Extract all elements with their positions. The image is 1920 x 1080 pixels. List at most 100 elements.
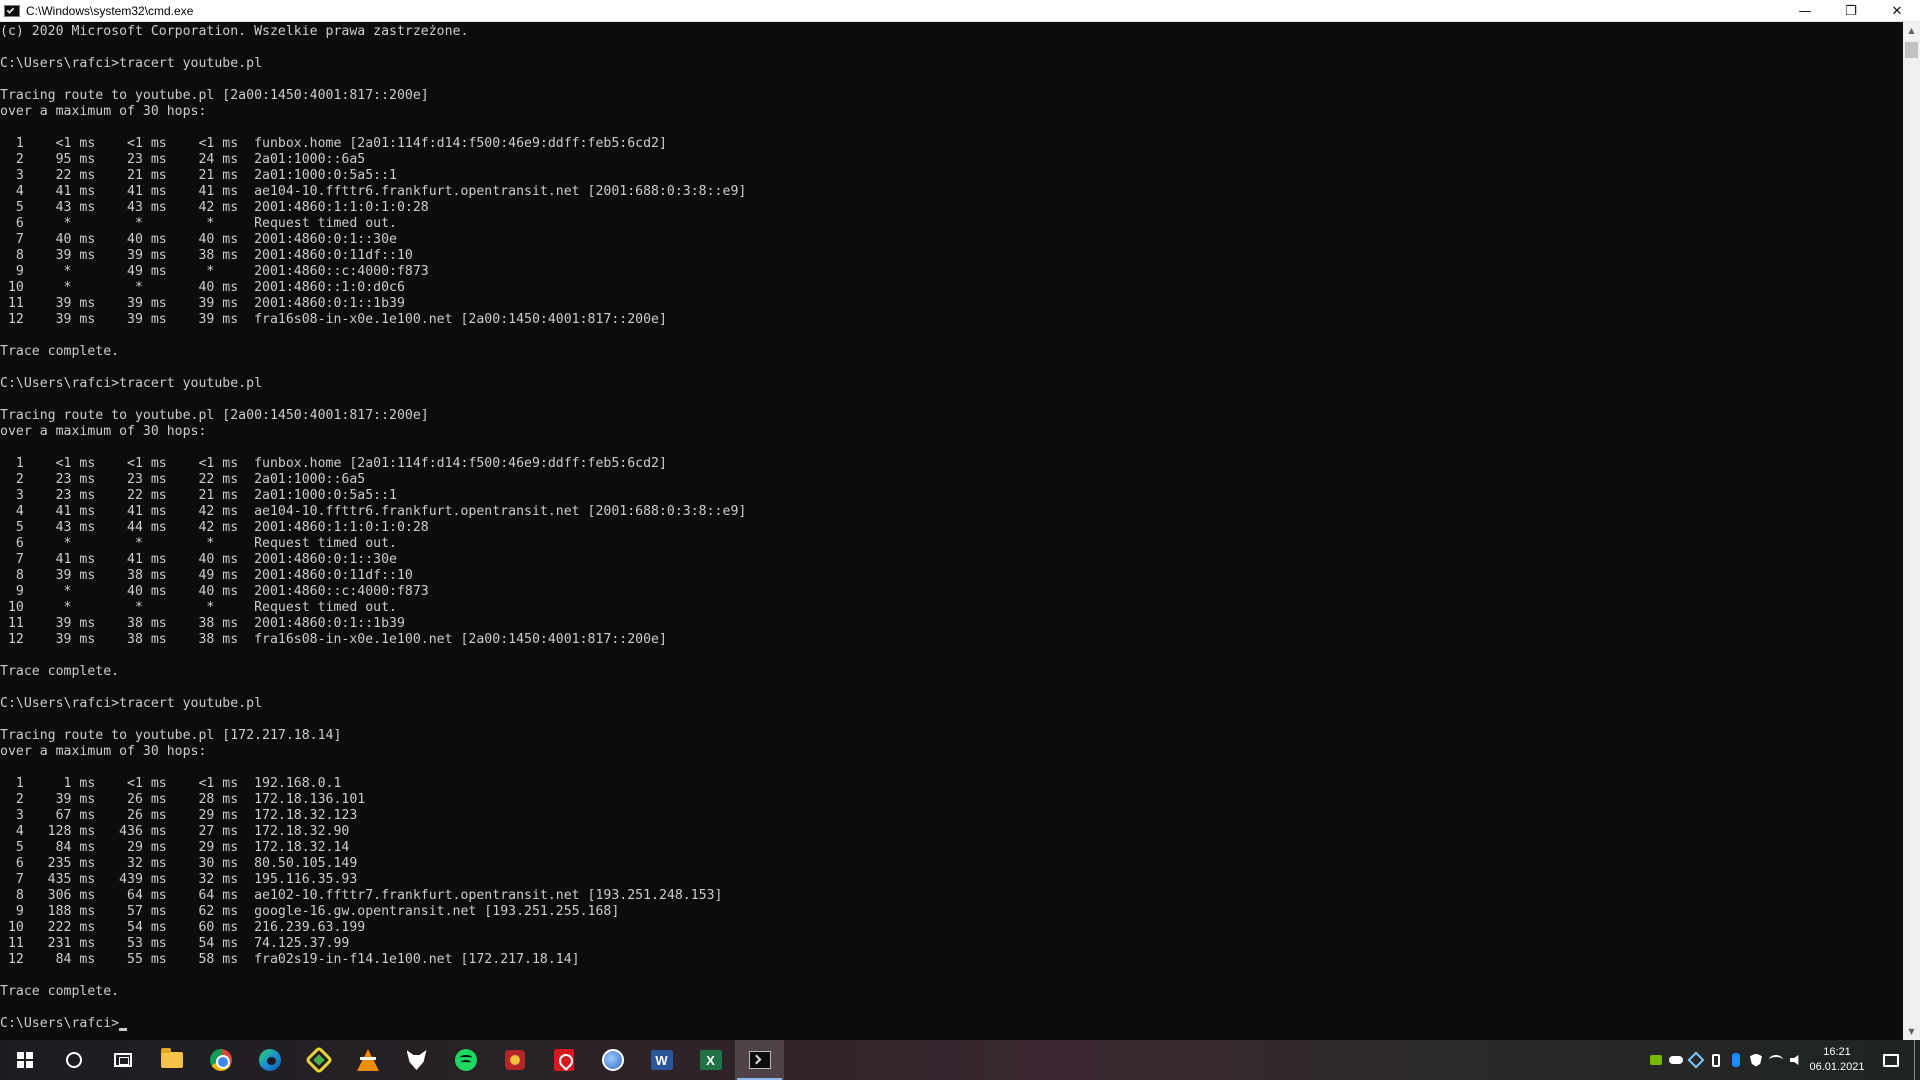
spotify-icon bbox=[454, 1049, 477, 1071]
taskbar-spotify[interactable] bbox=[441, 1040, 490, 1080]
taskbar-network-app[interactable] bbox=[588, 1040, 637, 1080]
start-button[interactable] bbox=[0, 1040, 49, 1080]
console-line: over a maximum of 30 hops: bbox=[0, 744, 207, 759]
game-app-icon bbox=[504, 1050, 525, 1070]
console-line: 8 39 ms 39 ms 38 ms 2001:4860:0:11df::10 bbox=[0, 248, 413, 263]
tray-bluetooth[interactable] bbox=[1726, 1040, 1746, 1080]
taskbar-game-app[interactable] bbox=[490, 1040, 539, 1080]
tray-onedrive[interactable] bbox=[1666, 1040, 1686, 1080]
console-line: C:\Users\rafci>tracert youtube.pl bbox=[0, 696, 263, 711]
scrollbar-thumb[interactable] bbox=[1905, 42, 1918, 58]
console-line: 2 39 ms 26 ms 28 ms 172.18.136.101 bbox=[0, 792, 366, 807]
wifi-icon bbox=[1769, 1055, 1783, 1065]
wolf-head-icon bbox=[406, 1050, 427, 1070]
taskbar-acrobat[interactable] bbox=[539, 1040, 588, 1080]
console-line: over a maximum of 30 hops: bbox=[0, 424, 207, 439]
console-line: 6 * * * Request timed out. bbox=[0, 536, 397, 551]
console-line: C:\Users\rafci>tracert youtube.pl bbox=[0, 56, 263, 71]
tray-network[interactable] bbox=[1766, 1040, 1786, 1080]
taskbar-cmd[interactable] bbox=[735, 1040, 784, 1080]
cmd-app-icon[interactable] bbox=[4, 4, 20, 17]
title-bar[interactable]: C:\Windows\system32\cmd.exe — ❐ ✕ bbox=[0, 0, 1920, 22]
scroll-down-arrow[interactable]: ▼ bbox=[1903, 1023, 1920, 1040]
console-line: 4 128 ms 436 ms 27 ms 172.18.32.90 bbox=[0, 824, 350, 839]
console-line: 5 43 ms 43 ms 42 ms 2001:4860:1:1:0:1:0:… bbox=[0, 200, 429, 215]
console-line: over a maximum of 30 hops: bbox=[0, 104, 207, 119]
console-line: 10 * * 40 ms 2001:4860::1:0:d0c6 bbox=[0, 280, 405, 295]
taskbar-excel[interactable]: X bbox=[686, 1040, 735, 1080]
taskbar-edge[interactable] bbox=[245, 1040, 294, 1080]
tray-defender[interactable] bbox=[1746, 1040, 1766, 1080]
file-explorer-icon bbox=[160, 1048, 183, 1068]
close-button[interactable]: ✕ bbox=[1874, 0, 1920, 22]
taskbar: W X 16:21 06.01.2021 bbox=[0, 1040, 1920, 1080]
taskbar-word[interactable]: W bbox=[637, 1040, 686, 1080]
chrome-icon bbox=[209, 1049, 232, 1071]
gpu-tool-icon bbox=[304, 1045, 333, 1075]
text-cursor bbox=[119, 1028, 128, 1031]
show-desktop-button[interactable] bbox=[1914, 1040, 1920, 1080]
speaker-icon bbox=[1790, 1055, 1799, 1065]
vlc-cone-icon bbox=[356, 1049, 379, 1071]
action-center-button[interactable] bbox=[1868, 1040, 1914, 1080]
taskbar-file-explorer[interactable] bbox=[147, 1040, 196, 1080]
taskbar-clock[interactable]: 16:21 06.01.2021 bbox=[1806, 1040, 1868, 1080]
console-line: 4 41 ms 41 ms 41 ms ae104-10.ffttr6.fran… bbox=[0, 184, 747, 199]
search-button[interactable] bbox=[49, 1040, 98, 1080]
console-line: 3 22 ms 21 ms 21 ms 2a01:1000:0:5a5::1 bbox=[0, 168, 397, 183]
console-line: 5 43 ms 44 ms 42 ms 2001:4860:1:1:0:1:0:… bbox=[0, 520, 429, 535]
task-view-button[interactable] bbox=[98, 1040, 147, 1080]
command-prompt-line[interactable]: C:\Users\rafci> bbox=[0, 1016, 1903, 1032]
console-line: 10 222 ms 54 ms 60 ms 216.239.63.199 bbox=[0, 920, 366, 935]
console-line: 2 23 ms 23 ms 22 ms 2a01:1000::6a5 bbox=[0, 472, 366, 487]
console-line: 7 40 ms 40 ms 40 ms 2001:4860:0:1::30e bbox=[0, 232, 397, 247]
onedrive-cloud-icon bbox=[1669, 1056, 1683, 1064]
console-area[interactable]: (c) 2020 Microsoft Corporation. Wszelkie… bbox=[0, 22, 1903, 1040]
console-line: 11 39 ms 38 ms 38 ms 2001:4860:0:1::1b39 bbox=[0, 616, 405, 631]
console-line: 1 1 ms <1 ms <1 ms 192.168.0.1 bbox=[0, 776, 342, 791]
taskbar-wolf-app[interactable] bbox=[392, 1040, 441, 1080]
search-circle-icon bbox=[65, 1052, 82, 1068]
window-controls: — ❐ ✕ bbox=[1782, 0, 1920, 22]
console-line: 12 84 ms 55 ms 58 ms fra02s19-in-f14.1e1… bbox=[0, 952, 580, 967]
console-line: 4 41 ms 41 ms 42 ms ae104-10.ffttr6.fran… bbox=[0, 504, 747, 519]
vertical-scrollbar[interactable]: ▲ ▼ bbox=[1903, 22, 1920, 1040]
system-tray: 16:21 06.01.2021 bbox=[1646, 1040, 1920, 1080]
console-line: 10 * * * Request timed out. bbox=[0, 600, 397, 615]
tray-nvidia[interactable] bbox=[1646, 1040, 1666, 1080]
nvidia-icon bbox=[1650, 1055, 1662, 1065]
tray-app-icon bbox=[1687, 1051, 1705, 1069]
taskbar-chrome[interactable] bbox=[196, 1040, 245, 1080]
console-line: 11 231 ms 53 ms 54 ms 74.125.37.99 bbox=[0, 936, 350, 951]
console-line: 8 39 ms 38 ms 49 ms 2001:4860:0:11df::10 bbox=[0, 568, 413, 583]
taskbar-vlc[interactable] bbox=[343, 1040, 392, 1080]
cmd-icon bbox=[748, 1051, 771, 1069]
shield-icon bbox=[1750, 1053, 1762, 1067]
command-prompt: C:\Users\rafci> bbox=[0, 1016, 120, 1031]
tray-volume[interactable] bbox=[1786, 1040, 1806, 1080]
taskbar-gpu-tool[interactable] bbox=[294, 1040, 343, 1080]
minimize-button[interactable]: — bbox=[1782, 0, 1828, 22]
restore-button[interactable]: ❐ bbox=[1828, 0, 1874, 22]
console-line: 11 39 ms 39 ms 39 ms 2001:4860:0:1::1b39 bbox=[0, 296, 405, 311]
console-line: 2 95 ms 23 ms 24 ms 2a01:1000::6a5 bbox=[0, 152, 366, 167]
scroll-up-arrow[interactable]: ▲ bbox=[1903, 22, 1920, 39]
word-icon: W bbox=[650, 1050, 673, 1070]
tray-app[interactable] bbox=[1686, 1040, 1706, 1080]
window-title: C:\Windows\system32\cmd.exe bbox=[26, 3, 194, 18]
edge-icon bbox=[258, 1049, 281, 1071]
tray-usb[interactable] bbox=[1706, 1040, 1726, 1080]
windows-logo-icon bbox=[16, 1052, 33, 1068]
console-output: (c) 2020 Microsoft Corporation. Wszelkie… bbox=[0, 22, 1903, 1032]
clock-date: 06.01.2021 bbox=[1809, 1061, 1865, 1073]
task-view-icon bbox=[113, 1053, 132, 1067]
